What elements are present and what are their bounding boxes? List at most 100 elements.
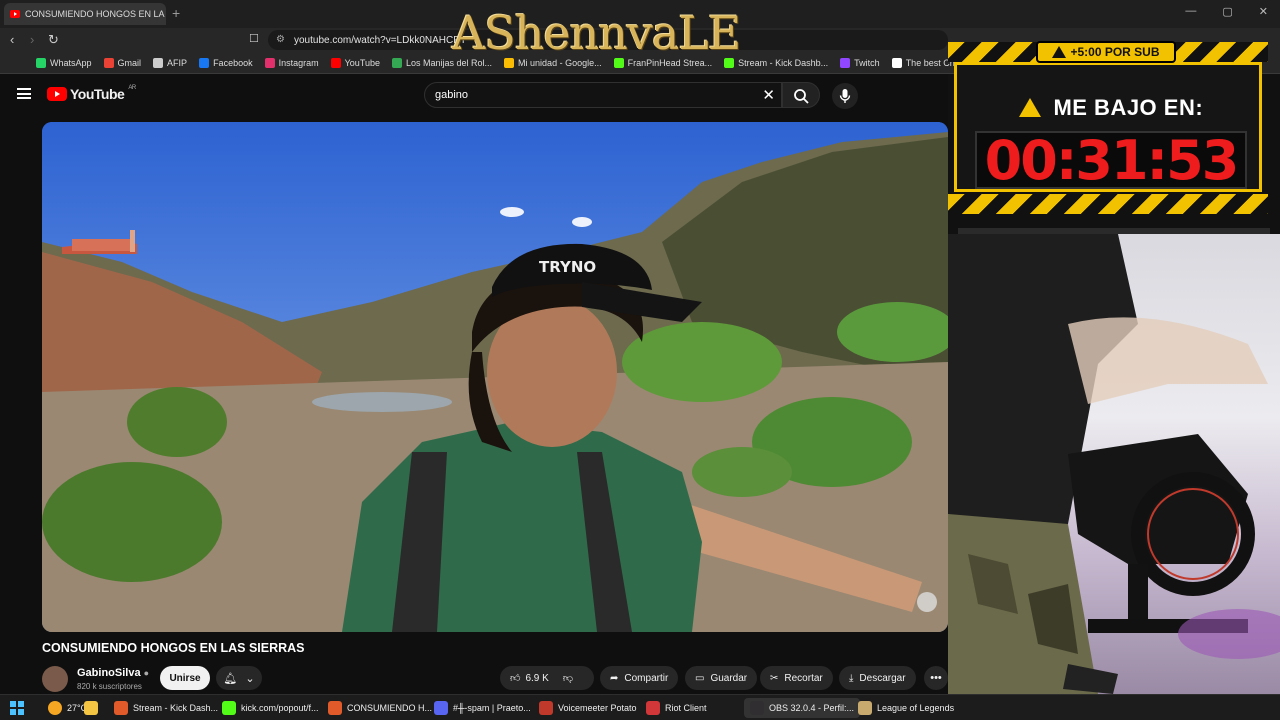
youtube-wordmark: YouTube [70, 86, 125, 102]
bookmark-label: Twitch [854, 57, 880, 68]
taskbar-app-button[interactable]: #╫-spam | Praeto... [428, 698, 537, 718]
bookmark-item[interactable]: Gmail [103, 57, 142, 68]
dislike-button[interactable]: 👎︎ [563, 672, 573, 684]
scissors-icon: ✂ [770, 672, 779, 684]
hazard-stripe-bottom [948, 194, 1268, 214]
bookmark-label: Gmail [117, 57, 142, 68]
bookmark-star-icon[interactable]: ☐ [249, 32, 259, 45]
timer-heading-text: ME BAJO EN: [1053, 95, 1204, 120]
channel-name[interactable]: GabinoSilva ● [77, 667, 149, 679]
taskbar-app-label: Stream - Kick Dash... [133, 703, 219, 713]
bookmark-item[interactable]: YouTube [330, 57, 380, 68]
search-input[interactable]: gabino ✕ [424, 82, 782, 108]
clip-label: Recortar [784, 672, 823, 684]
warning-icon [1018, 98, 1041, 117]
bookmark-favicon-icon [392, 57, 402, 68]
thumbs-down-icon: 👎︎ [562, 673, 573, 684]
taskbar-app-label: #╫-spam | Praeto... [453, 703, 531, 713]
bookmark-label: AFIP [167, 57, 188, 68]
thumbs-up-icon: 👍︎ [510, 673, 521, 684]
minimize-icon[interactable]: — [1185, 5, 1196, 18]
window-controls: — ▢ ✕ [1185, 5, 1268, 18]
taskbar-app-button[interactable]: Stream - Kick Dash... [108, 698, 224, 718]
taskbar-app-button[interactable]: kick.com/popout/f... [216, 698, 325, 718]
taskbar: 27°C Stream - Kick Dash... kick.com/popou… [0, 694, 1280, 720]
youtube-logo[interactable]: YouTube AR [47, 85, 136, 102]
reload-icon[interactable]: ↻ [48, 32, 59, 48]
bookmark-label: YouTube [344, 57, 380, 68]
webcam-feed [948, 234, 1280, 694]
file-explorer-button[interactable] [78, 698, 104, 718]
taskbar-app-label: CONSUMIENDO H... [347, 703, 433, 713]
save-button[interactable]: ▭ Guardar [685, 666, 758, 690]
app-icon [750, 701, 764, 715]
new-tab-button[interactable]: + [172, 5, 180, 21]
country-code: AR [128, 85, 136, 91]
video-title: CONSUMIENDO HONGOS EN LAS SIERRAS [42, 641, 305, 655]
app-icon [646, 701, 660, 715]
clear-search-icon[interactable]: ✕ [762, 86, 775, 104]
notification-bell-button[interactable]: 🔔︎ ⌄ [216, 666, 262, 690]
bookmark-favicon-icon [36, 57, 46, 68]
tab-title: CONSUMIENDO HONGOS EN LA [25, 9, 165, 19]
menu-icon[interactable] [17, 88, 31, 99]
download-button[interactable]: ⤓ Descargar [839, 666, 916, 690]
save-icon: ▭ [695, 672, 705, 684]
taskbar-app-button[interactable]: League of Legends [852, 698, 960, 718]
bookmark-item[interactable]: Instagram [264, 57, 319, 68]
bookmark-favicon-icon [199, 57, 210, 68]
join-button[interactable]: Unirse [160, 666, 210, 690]
taskbar-app-button[interactable]: Voicemeeter Potato [533, 698, 643, 718]
download-label: Descargar [859, 672, 906, 684]
timer-heading: ME BAJO EN: [957, 95, 1265, 121]
channel-actions-row: GabinoSilva ● 820 k suscriptores Unirse … [42, 664, 948, 694]
search-button[interactable] [782, 82, 820, 108]
microphone-icon [839, 89, 851, 103]
bookmark-favicon-icon [840, 57, 851, 68]
video-player[interactable]: TRYNO [42, 122, 948, 632]
forward-icon[interactable]: › [30, 32, 34, 47]
taskbar-app-button[interactable]: OBS 32.0.4 - Perfil:... [744, 698, 861, 718]
share-button[interactable]: ➦ Compartir [600, 666, 679, 690]
bookmark-item[interactable]: Twitch [840, 57, 880, 68]
taskbar-app-label: League of Legends [877, 703, 955, 713]
like-dislike-group: 👍︎ 6.9 K 👎︎ [500, 666, 594, 690]
browser-tab-youtube[interactable]: CONSUMIENDO HONGOS EN LA ✕ [4, 3, 166, 25]
cap-text: TRYNO [539, 258, 596, 276]
clip-button[interactable]: ✂ Recortar [760, 666, 833, 690]
close-tab-icon[interactable]: ✕ [165, 9, 166, 20]
bookmark-item[interactable]: WhatsApp [36, 57, 92, 68]
maximize-icon[interactable]: ▢ [1222, 5, 1232, 18]
like-button[interactable]: 👍︎ 6.9 K [510, 672, 549, 685]
warning-icon [1052, 46, 1067, 58]
more-icon: ••• [930, 672, 942, 684]
share-icon: ➦ [610, 672, 619, 684]
verified-icon: ● [143, 668, 150, 678]
close-window-icon[interactable]: ✕ [1259, 5, 1268, 18]
site-info-icon[interactable]: ⚙ [276, 34, 285, 45]
countdown-timer: 00:31:53 [975, 129, 1247, 192]
taskbar-app-button[interactable]: CONSUMIENDO H... [322, 698, 438, 718]
channel-name-text: GabinoSilva [77, 667, 141, 679]
bookmark-item[interactable]: Facebook [199, 57, 253, 68]
windows-start-icon[interactable] [10, 701, 24, 715]
webcam-scene [948, 234, 1280, 694]
bookmark-label: Stream - Kick Dashb... [738, 57, 829, 68]
voice-search-button[interactable] [832, 83, 858, 109]
bookmark-label: Facebook [213, 57, 253, 68]
subscriber-count: 820 k suscriptores [77, 682, 142, 691]
bookmark-label: WhatsApp [50, 57, 92, 68]
chevron-down-icon: ⌄ [245, 672, 255, 685]
bookmark-item[interactable]: AFIP [153, 57, 188, 68]
bell-icon: 🔔︎ [223, 672, 238, 685]
more-actions-button[interactable]: ••• [924, 666, 948, 690]
app-icon [434, 701, 448, 715]
channel-avatar[interactable] [42, 666, 68, 692]
bookmark-favicon-icon [264, 57, 275, 68]
bookmark-favicon-icon [153, 57, 164, 68]
search-query: gabino [435, 89, 469, 101]
sub-bonus-banner: +5:00 POR SUB [1036, 41, 1176, 63]
back-icon[interactable]: ‹ [10, 32, 14, 47]
taskbar-app-label: OBS 32.0.4 - Perfil:... [769, 703, 855, 713]
taskbar-app-button[interactable]: Riot Client [640, 698, 713, 718]
